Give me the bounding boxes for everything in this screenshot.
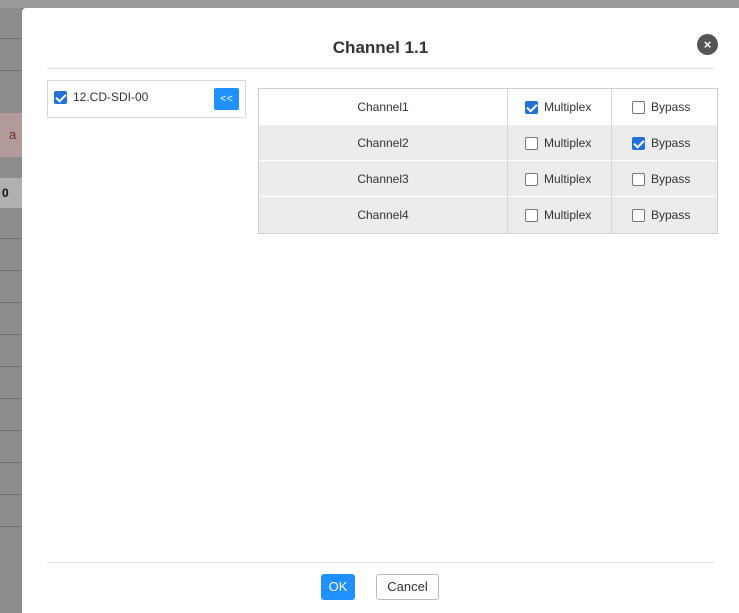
background-divider	[0, 366, 22, 367]
multiplex-checkbox[interactable]	[525, 136, 538, 150]
multiplex-option[interactable]: Multiplex	[507, 197, 611, 233]
background-row-text: a	[0, 113, 22, 157]
channel-row: Channel3 Multiplex Bypass	[259, 161, 717, 197]
bypass-label: Bypass	[651, 100, 691, 114]
channel-table: Channel1 Multiplex Bypass Channel2 Multi…	[258, 88, 718, 234]
background-divider	[0, 38, 22, 39]
multiplex-option[interactable]: Multiplex	[507, 125, 611, 161]
multiplex-label: Multiplex	[544, 100, 592, 114]
bypass-option[interactable]: Bypass	[611, 125, 717, 161]
background-divider	[0, 462, 22, 463]
bypass-label: Bypass	[651, 136, 691, 150]
channel-row: Channel1 Multiplex Bypass	[259, 89, 717, 125]
multiplex-checkbox[interactable]	[525, 172, 538, 186]
channel-name: Channel3	[357, 172, 409, 186]
channel-row: Channel4 Multiplex Bypass	[259, 197, 717, 233]
background-divider	[0, 334, 22, 335]
ok-button[interactable]: OK	[321, 574, 355, 600]
multiplex-label: Multiplex	[544, 172, 592, 186]
device-checkbox[interactable]	[54, 90, 67, 104]
channel-name: Channel4	[357, 208, 409, 222]
background-divider	[0, 302, 22, 303]
bypass-option[interactable]: Bypass	[611, 197, 717, 233]
bypass-checkbox[interactable]	[632, 100, 645, 114]
multiplex-label: Multiplex	[544, 208, 592, 222]
cancel-button[interactable]: Cancel	[376, 574, 439, 600]
background-row-value: 0	[0, 178, 22, 208]
footer-divider	[47, 562, 714, 563]
bypass-option[interactable]: Bypass	[611, 161, 717, 197]
background-divider	[0, 70, 22, 71]
multiplex-option[interactable]: Multiplex	[507, 89, 611, 125]
background-divider	[0, 398, 22, 399]
device-label: 12.CD-SDI-00	[73, 90, 149, 104]
multiplex-option[interactable]: Multiplex	[507, 161, 611, 197]
multiplex-checkbox[interactable]	[525, 100, 538, 114]
bypass-checkbox[interactable]	[632, 208, 645, 222]
title-divider	[47, 68, 714, 69]
channel-name: Channel1	[357, 100, 409, 114]
background-divider	[0, 430, 22, 431]
background-divider	[0, 494, 22, 495]
channel-row: Channel2 Multiplex Bypass	[259, 125, 717, 161]
bypass-option[interactable]: Bypass	[611, 89, 717, 125]
close-icon[interactable]: ×	[697, 34, 718, 55]
background-divider	[0, 270, 22, 271]
background-top-bar	[0, 0, 739, 8]
background-divider	[0, 526, 22, 527]
channel-name: Channel2	[357, 136, 409, 150]
multiplex-checkbox[interactable]	[525, 208, 538, 222]
bypass-label: Bypass	[651, 208, 691, 222]
background-page-strip: a 0	[0, 8, 22, 613]
bypass-checkbox[interactable]	[632, 136, 645, 150]
background-divider	[0, 238, 22, 239]
dialog-title: Channel 1.1	[332, 38, 429, 57]
device-list-item[interactable]: 12.CD-SDI-00	[54, 90, 148, 104]
move-left-button[interactable]: <<	[214, 88, 239, 110]
device-list-panel: 12.CD-SDI-00 <<	[47, 80, 246, 118]
multiplex-label: Multiplex	[544, 136, 592, 150]
bypass-checkbox[interactable]	[632, 172, 645, 186]
bypass-label: Bypass	[651, 172, 691, 186]
channel-dialog: Channel 1.1 × 12.CD-SDI-00 << Channel1 M…	[22, 8, 739, 613]
